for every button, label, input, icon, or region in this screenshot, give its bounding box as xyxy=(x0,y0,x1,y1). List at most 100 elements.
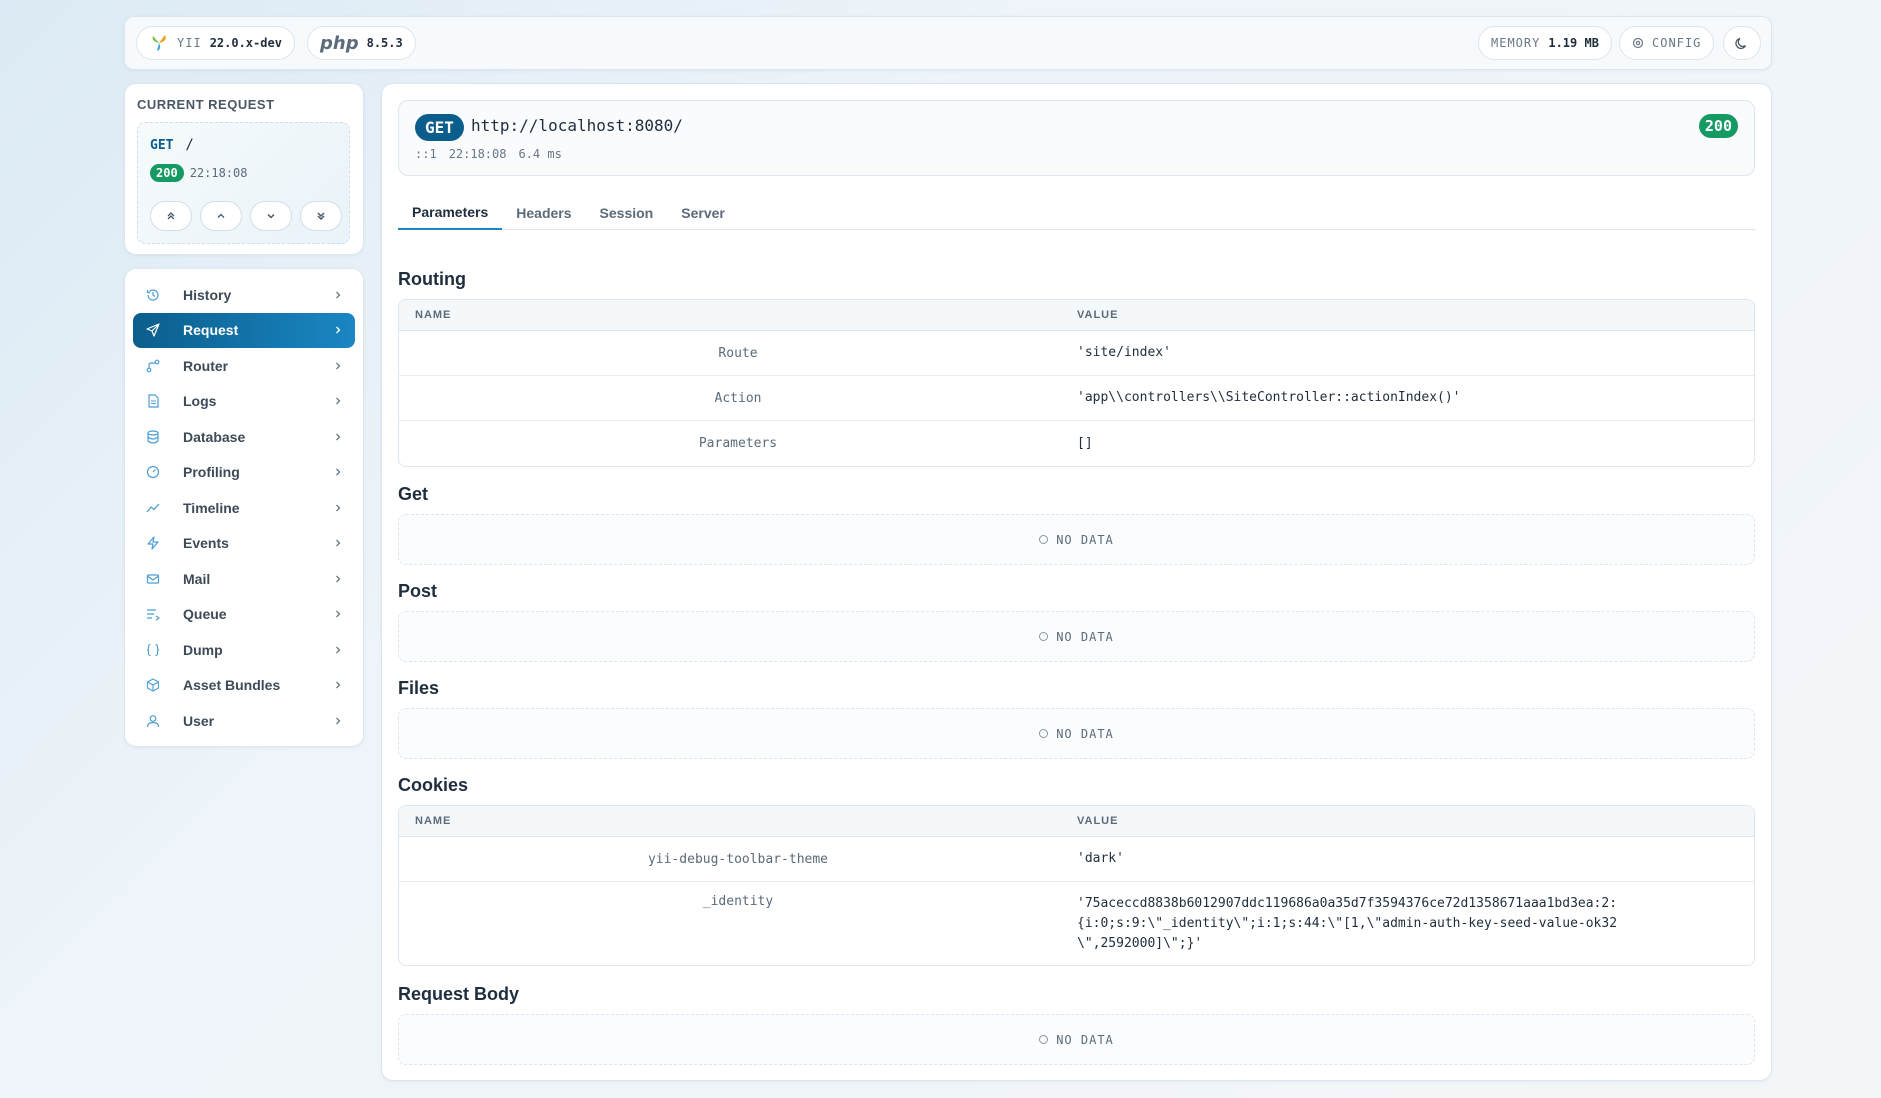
php-version: 8.5.3 xyxy=(366,36,403,50)
file-text-icon xyxy=(145,393,161,409)
queue-icon xyxy=(145,606,161,622)
request-navigation xyxy=(150,201,342,231)
sidebar-item-profiling[interactable]: Profiling xyxy=(133,455,355,491)
tab-headers[interactable]: Headers xyxy=(502,196,585,230)
request-time: 22:18:08 xyxy=(448,147,507,161)
previous-request-button[interactable] xyxy=(200,201,242,231)
moon-icon xyxy=(1735,37,1747,50)
sidebar-item-label: Asset Bundles xyxy=(183,677,281,694)
sidebar-item-queue[interactable]: Queue xyxy=(133,597,355,633)
empty-circle-icon xyxy=(1039,1035,1049,1044)
sidebar-item-dump[interactable]: Dump xyxy=(133,632,355,668)
history-icon xyxy=(145,287,161,303)
response-status-badge: 200 xyxy=(1698,114,1738,138)
routing-table: NAME VALUE Route 'site/index' Action 'ap… xyxy=(398,299,1755,467)
files-section-title: Files xyxy=(398,678,440,698)
sidebar-item-logs[interactable]: Logs xyxy=(133,384,355,420)
request-duration: 6.4 ms xyxy=(518,147,562,161)
trend-icon xyxy=(145,500,161,516)
request-method-badge: GET xyxy=(415,114,464,141)
current-request-title: CURRENT REQUEST xyxy=(137,97,275,112)
gauge-icon xyxy=(145,464,161,480)
sidebar-item-label: Router xyxy=(183,357,229,374)
request-summary: GET http://localhost:8080/ ::1 22:18:08 … xyxy=(398,100,1755,176)
php-logo: php xyxy=(320,32,359,54)
table-row: yii-debug-toolbar-theme 'dark' xyxy=(399,837,1754,882)
chevron-up-icon xyxy=(217,213,225,218)
chevron-right-icon xyxy=(333,713,343,729)
value-column-header: VALUE xyxy=(1077,815,1119,827)
row-value: '75aceccd8838b6012907ddc119686a0a35d7f35… xyxy=(1077,895,1618,951)
row-value: 'site/index' xyxy=(1077,345,1171,360)
sidebar-item-label: Dump xyxy=(183,641,223,658)
value-column-header: VALUE xyxy=(1077,309,1119,321)
request-meta: ::1 22:18:08 6.4 ms xyxy=(415,147,562,161)
sidebar-item-database[interactable]: Database xyxy=(133,419,355,455)
sidebar-nav: History Request Router Logs Database Profilin… xyxy=(124,268,364,747)
chevron-right-icon xyxy=(333,322,343,338)
status-badge: 200 xyxy=(150,164,184,182)
chevron-right-icon xyxy=(333,535,343,551)
tab-session[interactable]: Session xyxy=(586,196,668,230)
no-data-label: NO DATA xyxy=(1056,726,1114,741)
table-row: _identity '75aceccd8838b6012907ddc119686… xyxy=(399,882,1754,965)
tab-server[interactable]: Server xyxy=(667,196,739,230)
post-no-data: NO DATA xyxy=(398,611,1755,662)
sidebar-item-label: Events xyxy=(183,535,229,552)
current-request-path: / xyxy=(185,137,194,153)
sidebar-item-events[interactable]: Events xyxy=(133,526,355,562)
gear-icon xyxy=(1632,37,1644,49)
sidebar-item-history[interactable]: History xyxy=(133,277,355,313)
cookies-section-title: Cookies xyxy=(398,775,469,795)
zap-icon xyxy=(145,535,161,551)
sidebar-item-asset-bundles[interactable]: Asset Bundles xyxy=(133,668,355,704)
sidebar-menu: History Request Router Logs Database Profilin… xyxy=(133,277,355,739)
sidebar-item-user[interactable]: User xyxy=(133,703,355,739)
post-section-title: Post xyxy=(398,581,438,601)
current-request-line: GET / xyxy=(150,137,194,153)
main-panel: GET http://localhost:8080/ ::1 22:18:08 … xyxy=(381,83,1772,1081)
row-value: 'dark' xyxy=(1077,851,1124,866)
chevron-right-icon xyxy=(333,571,343,587)
empty-circle-icon xyxy=(1039,535,1049,544)
current-request-card: CURRENT REQUEST GET / 200 22:18:08 xyxy=(124,83,364,255)
sidebar-item-request[interactable]: Request xyxy=(133,312,355,348)
chevron-right-icon xyxy=(333,606,343,622)
config-label: CONFIG xyxy=(1652,36,1702,50)
row-value: 'app\\controllers\\SiteController::actio… xyxy=(1077,390,1461,405)
sidebar-item-timeline[interactable]: Timeline xyxy=(133,490,355,526)
mail-icon xyxy=(145,571,161,587)
chevron-right-icon xyxy=(333,500,343,516)
tab-parameters[interactable]: Parameters xyxy=(398,196,503,230)
current-request-status-line: 200 22:18:08 xyxy=(150,164,247,182)
cookies-table-header: NAME VALUE xyxy=(399,806,1754,837)
sidebar-item-label: User xyxy=(183,712,215,729)
config-button[interactable]: CONFIG xyxy=(1619,26,1715,60)
first-request-button[interactable] xyxy=(150,201,192,231)
row-value: [] xyxy=(1077,435,1093,451)
last-request-button[interactable] xyxy=(300,201,342,231)
framework-version-pill: YII 22.0.x-dev xyxy=(136,26,295,60)
sidebar-item-label: Profiling xyxy=(183,464,240,481)
chevrons-up-icon xyxy=(167,212,175,220)
next-request-button[interactable] xyxy=(250,201,292,231)
sidebar-item-mail[interactable]: Mail xyxy=(133,561,355,597)
route-icon xyxy=(145,358,161,374)
sidebar-item-label: History xyxy=(183,286,232,303)
theme-toggle-button[interactable] xyxy=(1723,26,1761,60)
chevron-right-icon xyxy=(333,287,343,303)
no-data-label: NO DATA xyxy=(1056,1032,1114,1047)
sidebar-item-router[interactable]: Router xyxy=(133,348,355,384)
user-icon xyxy=(145,713,161,729)
sidebar-item-label: Request xyxy=(183,322,239,339)
chevron-right-icon xyxy=(333,429,343,445)
yii-logo-icon xyxy=(152,35,166,51)
framework-version: 22.0.x-dev xyxy=(209,36,282,50)
framework-label: YII xyxy=(177,36,202,50)
sidebar-item-label: Database xyxy=(183,428,246,445)
memory-value: 1.19 MB xyxy=(1548,36,1599,50)
chevron-down-icon xyxy=(267,213,275,219)
chevron-right-icon xyxy=(333,464,343,480)
chevron-right-icon xyxy=(333,642,343,658)
top-toolbar: YII 22.0.x-dev php 8.5.3 MEMORY 1.19 MB … xyxy=(124,16,1772,70)
